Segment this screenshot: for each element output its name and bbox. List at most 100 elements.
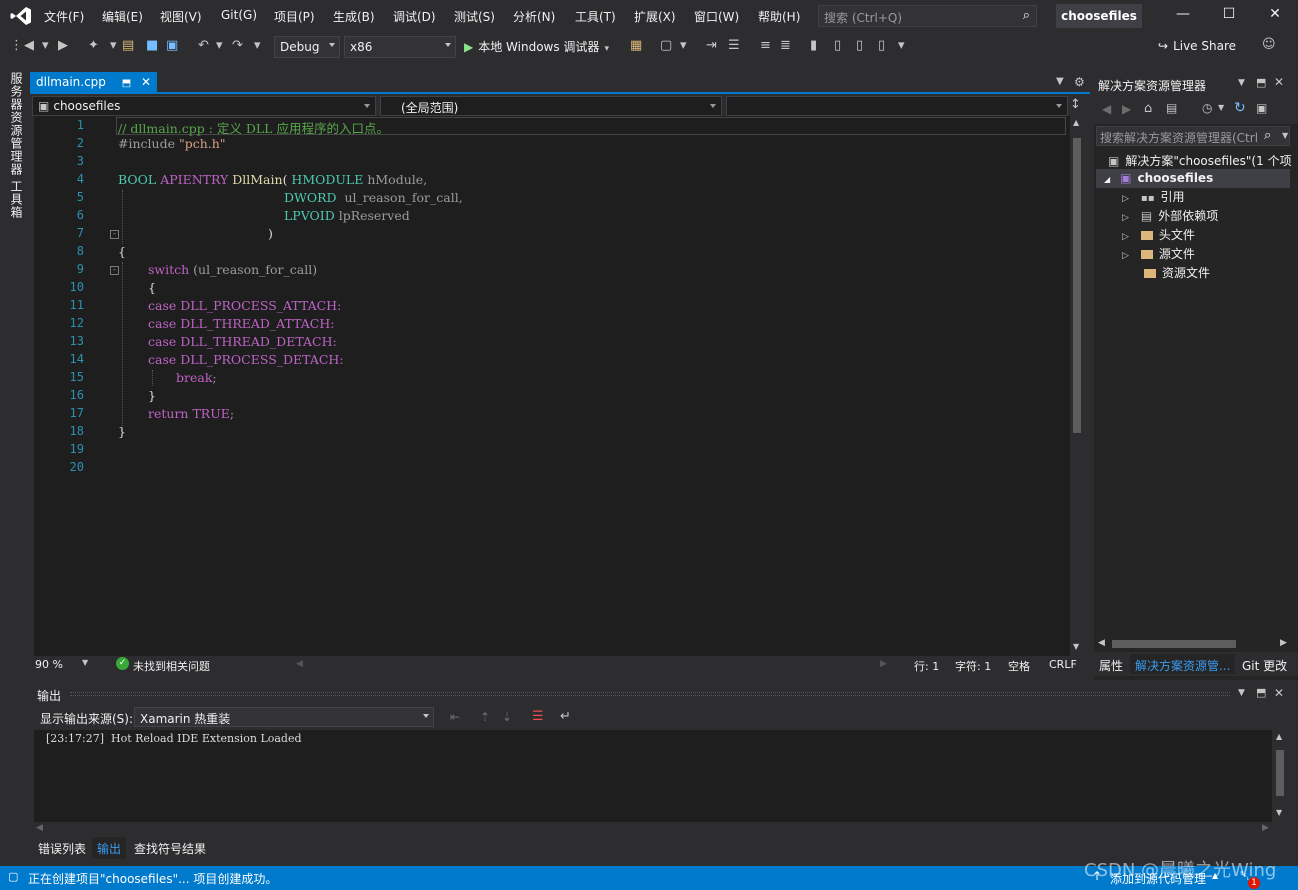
- goto-message-icon[interactable]: ⇤: [450, 710, 460, 724]
- clear-bookmark-icon[interactable]: ▯: [878, 38, 885, 53]
- tree-item-resource-files[interactable]: 资源文件: [1144, 264, 1210, 283]
- home-icon[interactable]: ⌂: [1144, 101, 1152, 116]
- tree-item-references[interactable]: ▷ ▪▪ 引用: [1122, 188, 1185, 209]
- output-horizontal-scrollbar[interactable]: ◀ ▶: [34, 822, 1288, 836]
- save-icon[interactable]: ■: [146, 38, 158, 53]
- dropdown-icon[interactable]: ▾: [110, 38, 117, 53]
- panel-close-icon[interactable]: ✕: [1274, 75, 1284, 89]
- menu-test[interactable]: 测试(S): [454, 8, 495, 25]
- output-source-select[interactable]: Xamarin 热重装: [134, 707, 434, 727]
- dropdown-icon[interactable]: ▾: [42, 38, 49, 53]
- editor-scroll-thumb[interactable]: [1073, 138, 1081, 433]
- search-input[interactable]: 搜索 (Ctrl+Q) ⌕: [818, 5, 1037, 27]
- collapsed-arrow-icon[interactable]: ▷: [1122, 194, 1129, 204]
- config-select[interactable]: Debug: [274, 36, 340, 58]
- solution-scroll-thumb[interactable]: [1112, 640, 1236, 648]
- tab-output[interactable]: 输出: [92, 837, 127, 859]
- redo-icon[interactable]: ↷: [232, 38, 243, 53]
- pin-icon[interactable]: ⬒: [1256, 76, 1266, 89]
- zoom-level[interactable]: 90 %: [35, 658, 63, 671]
- scroll-down-icon[interactable]: ▼: [1276, 808, 1282, 817]
- dropdown-icon[interactable]: ▾: [898, 38, 905, 53]
- panel-dropdown-icon[interactable]: ▼: [1238, 78, 1245, 88]
- next-message-icon[interactable]: ⇣: [502, 710, 512, 724]
- screen-icon[interactable]: ▢: [660, 38, 672, 53]
- forward-icon[interactable]: ▶: [58, 38, 68, 53]
- step-icon[interactable]: ⇥: [706, 38, 717, 53]
- refresh-icon[interactable]: ↻: [1234, 100, 1246, 116]
- menu-view[interactable]: 视图(V): [160, 8, 202, 25]
- collapsed-arrow-icon[interactable]: ▷: [1122, 251, 1129, 261]
- undo-icon[interactable]: ↶: [198, 38, 209, 53]
- menu-debug[interactable]: 调试(D): [393, 8, 436, 25]
- solution-search-input[interactable]: 搜索解决方案资源管理器(Ctrl: [1096, 126, 1290, 146]
- pin-icon[interactable]: ⬒: [1256, 686, 1266, 699]
- history-icon[interactable]: ◷: [1202, 101, 1212, 115]
- settings-gear-icon[interactable]: ⚙: [1074, 75, 1085, 89]
- menu-tools[interactable]: 工具(T): [575, 8, 616, 25]
- tree-project-node[interactable]: ◢ ▣ choosefiles: [1096, 169, 1290, 188]
- new-project-icon[interactable]: ✦: [88, 38, 99, 53]
- panel-close-icon[interactable]: ✕: [1274, 686, 1284, 700]
- open-file-icon[interactable]: ▤: [122, 38, 134, 53]
- menu-edit[interactable]: 编辑(E): [102, 8, 143, 25]
- collapse-all-icon[interactable]: ▣: [1256, 101, 1267, 115]
- next-bookmark-icon[interactable]: ▯: [856, 38, 863, 53]
- tab-list-dropdown-icon[interactable]: ▼: [1056, 76, 1064, 87]
- scroll-up-icon[interactable]: ▲: [1276, 732, 1282, 741]
- split-editor-icon[interactable]: ↕: [1070, 97, 1081, 112]
- dropdown-icon[interactable]: ▼: [1218, 103, 1224, 112]
- scroll-right-icon[interactable]: ▶: [1280, 638, 1287, 648]
- menu-file[interactable]: 文件(F): [44, 8, 84, 25]
- panel-dropdown-icon[interactable]: ▼: [1238, 688, 1245, 698]
- hscroll-left-icon[interactable]: ◀: [296, 659, 303, 669]
- menu-window[interactable]: 窗口(W): [694, 8, 739, 25]
- whitespace-indicator[interactable]: 空格: [1008, 658, 1030, 674]
- output-vertical-scrollbar[interactable]: ▲ ▼: [1272, 730, 1288, 822]
- tab-git-changes[interactable]: Git 更改: [1242, 657, 1287, 674]
- platform-select[interactable]: x86: [344, 36, 456, 58]
- zoom-dropdown-icon[interactable]: ▼: [82, 658, 88, 667]
- feedback-icon[interactable]: ☺: [1262, 37, 1276, 52]
- tree-solution-node[interactable]: ▣ 解决方案"choosefiles"(1 个项: [1108, 152, 1292, 170]
- menu-project[interactable]: 项目(P): [274, 8, 315, 25]
- pin-icon[interactable]: ⬒: [122, 78, 131, 89]
- tree-item-external-deps[interactable]: ▷ ▤ 外部依赖项: [1122, 207, 1218, 228]
- search-options-icon[interactable]: ▼: [1282, 131, 1288, 140]
- start-debug-button[interactable]: ▶ 本地 Windows 调试器 ▾: [464, 36, 609, 58]
- tab-dllmain[interactable]: dllmain.cpp ⬒ ✕: [30, 72, 158, 94]
- scroll-down-icon[interactable]: ▼: [1073, 642, 1079, 651]
- solution-horizontal-scrollbar[interactable]: ◀ ▶: [1096, 638, 1290, 650]
- tab-error-list[interactable]: 错误列表: [38, 840, 86, 857]
- expanded-arrow-icon[interactable]: ◢: [1104, 175, 1110, 184]
- dropdown-icon[interactable]: ▾: [216, 38, 223, 53]
- prev-message-icon[interactable]: ⇡: [480, 710, 490, 724]
- scope-nav-select[interactable]: (全局范围): [380, 96, 722, 116]
- forward-icon[interactable]: ▶: [1122, 102, 1131, 116]
- tree-item-header-files[interactable]: ▷ 头文件: [1122, 226, 1195, 247]
- scroll-right-icon[interactable]: ▶: [1262, 823, 1269, 833]
- search-icon[interactable]: ⌕: [1264, 128, 1271, 143]
- back-icon[interactable]: ◀: [1102, 102, 1111, 116]
- tab-close-icon[interactable]: ✕: [141, 75, 151, 89]
- scroll-left-icon[interactable]: ◀: [1098, 638, 1105, 648]
- scroll-left-icon[interactable]: ◀: [36, 823, 43, 833]
- browse-folder-icon[interactable]: ▦: [630, 38, 642, 53]
- list-icon[interactable]: ☰: [728, 38, 740, 53]
- back-icon[interactable]: ◀: [24, 38, 34, 53]
- tab-properties[interactable]: 属性: [1099, 657, 1123, 674]
- issues-status[interactable]: 未找到相关问题: [133, 658, 210, 674]
- member-nav-select[interactable]: [726, 96, 1068, 116]
- menu-extensions[interactable]: 扩展(X): [634, 8, 676, 25]
- scroll-up-icon[interactable]: ▲: [1073, 118, 1079, 127]
- eol-indicator[interactable]: CRLF: [1049, 658, 1077, 671]
- menu-build[interactable]: 生成(B): [333, 8, 375, 25]
- tab-find-symbol-results[interactable]: 查找符号结果: [134, 840, 206, 857]
- clear-all-icon[interactable]: ☰: [532, 709, 544, 724]
- dropdown-icon[interactable]: ▾: [254, 38, 261, 53]
- save-all-icon[interactable]: ▣: [166, 38, 178, 53]
- prev-bookmark-icon[interactable]: ▯: [834, 38, 841, 53]
- menu-analyze[interactable]: 分析(N): [513, 8, 555, 25]
- tab-solution-explorer[interactable]: 解决方案资源管...: [1130, 654, 1236, 674]
- word-wrap-icon[interactable]: ↵: [560, 709, 571, 724]
